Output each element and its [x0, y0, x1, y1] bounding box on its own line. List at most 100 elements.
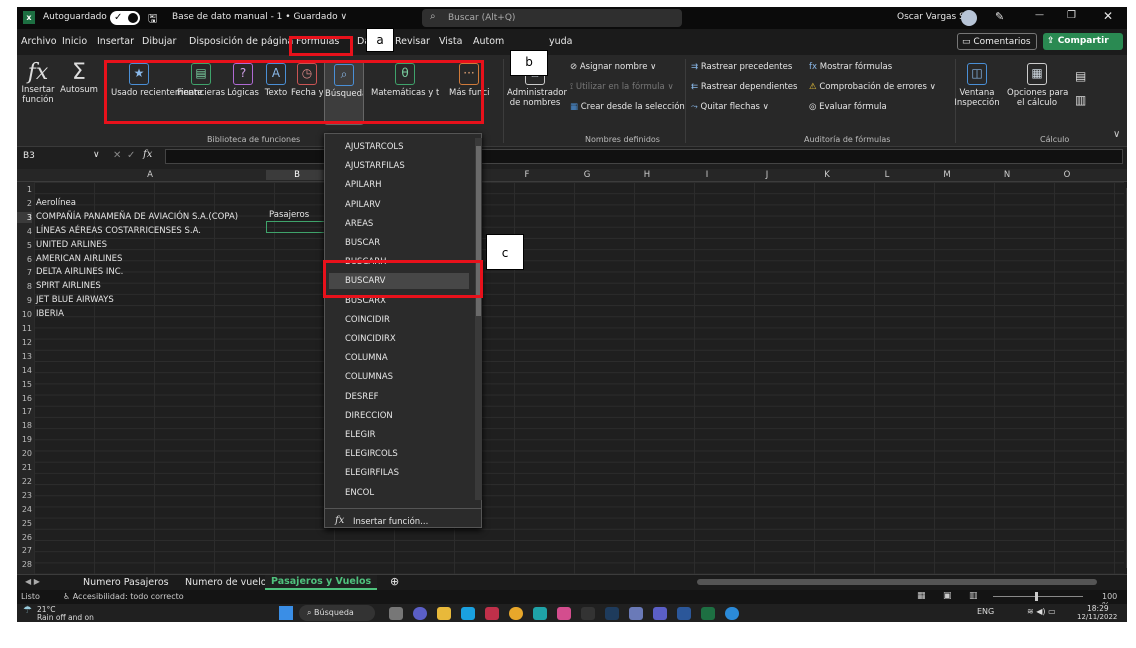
calc-options-button[interactable]: ▦ Opciones para el cálculo	[1007, 63, 1068, 108]
menu-archivo[interactable]: Archivo	[21, 36, 57, 47]
row-header[interactable]: 14	[17, 365, 32, 376]
row-header[interactable]: 13	[17, 351, 32, 362]
cell-a3[interactable]: COMPAÑÍA PANAMEÑA DE AVIACIÓN S.A.(COPA)	[36, 212, 238, 223]
calc-now-icon[interactable]: ▤	[1075, 69, 1086, 83]
row-header[interactable]: 19	[17, 434, 32, 445]
row-header[interactable]: 27	[17, 545, 32, 556]
dropdown-item-columna[interactable]: COLUMNA	[345, 353, 388, 363]
minimize-icon[interactable]: —	[1035, 10, 1044, 20]
horizontal-scrollbar[interactable]	[697, 579, 1097, 585]
dropdown-item-elegirfilas[interactable]: ELEGIRFILAS	[345, 468, 399, 478]
dropdown-item-ajustarcols[interactable]: AJUSTARCOLS	[345, 142, 404, 152]
menu-revisar[interactable]: Revisar	[395, 36, 430, 47]
app-icon[interactable]	[629, 607, 643, 620]
accessibility-status[interactable]: ♿ Accesibilidad: todo correcto	[63, 592, 184, 601]
dropdown-item-apilarh[interactable]: APILARH	[345, 180, 382, 190]
wifi-sound-icons[interactable]: ≋ ◀) ▭	[1027, 607, 1056, 616]
store-icon[interactable]	[533, 607, 547, 620]
bridge-icon[interactable]	[581, 607, 595, 620]
column-header-o[interactable]: O	[1037, 170, 1097, 180]
sheet-tab-numero-vuelos[interactable]: Numero de vuelos	[185, 577, 272, 588]
row-header[interactable]: 7	[17, 267, 32, 278]
sheet-tab-pasajeros-vuelos[interactable]: Pasajeros y Vuelos	[265, 575, 378, 590]
cell-b2[interactable]: Pasajeros	[269, 210, 309, 221]
dropdown-item-coincidirx[interactable]: COINCIDIRX	[345, 334, 396, 344]
dropdown-item-coincidir[interactable]: COINCIDIR	[345, 315, 390, 325]
avatar[interactable]	[961, 10, 977, 26]
row-header[interactable]: 20	[17, 448, 32, 459]
clock-time[interactable]: 18:29	[1087, 604, 1109, 613]
save-icon[interactable]: 🖫	[148, 10, 157, 29]
dropdown-item-columnas[interactable]: COLUMNAS	[345, 372, 393, 382]
cell-grid[interactable]: Aerolínea COMPAÑÍA PANAMEÑA DE AVIACIÓN S…	[34, 182, 1127, 574]
photos-icon[interactable]	[557, 607, 571, 620]
dropdown-item-buscar[interactable]: BUSCAR	[345, 238, 380, 248]
column-header-f[interactable]: F	[497, 170, 557, 180]
row-header[interactable]: 28	[17, 559, 32, 570]
autosave-toggle[interactable]: ✓	[110, 11, 140, 25]
row-header[interactable]: 4	[17, 226, 32, 237]
row-header[interactable]: 9	[17, 295, 32, 306]
excel-taskbar-icon[interactable]	[701, 607, 715, 620]
column-header-b[interactable]: B	[266, 170, 328, 180]
insert-function-item[interactable]: Insertar función...	[353, 517, 428, 527]
row-header[interactable]: 16	[17, 393, 32, 404]
show-formulas-button[interactable]: fx Mostrar fórmulas	[809, 62, 892, 72]
search-box[interactable]: ⌕ Buscar (Alt+Q)	[422, 9, 682, 27]
menu-disposicion[interactable]: Disposición de página	[189, 36, 293, 47]
menu-dibujar[interactable]: Dibujar	[142, 36, 176, 47]
restore-icon[interactable]: ❐	[1067, 10, 1076, 21]
cell-a9[interactable]: JET BLUE AIRWAYS	[36, 295, 114, 306]
calc-sheet-icon[interactable]: ▥	[1075, 93, 1086, 107]
comments-button[interactable]: ▭ Comentarios	[957, 33, 1037, 50]
user-name[interactable]: Oscar Vargas S.	[897, 12, 968, 22]
row-header[interactable]: 21	[17, 462, 32, 473]
row-header[interactable]: 3	[17, 211, 32, 223]
dropdown-item-elegir[interactable]: ELEGIR	[345, 430, 375, 440]
row-header[interactable]: 6	[17, 254, 32, 265]
row-header[interactable]: 5	[17, 240, 32, 251]
name-box[interactable]: B3 ∨	[19, 149, 109, 164]
watch-window-button[interactable]: ◫ Ventana Inspección	[951, 63, 1003, 108]
column-header-j[interactable]: J	[737, 170, 797, 180]
selected-cell-b3[interactable]	[266, 221, 328, 233]
trace-dependents-button[interactable]: ⇇ Rastrear dependientes	[691, 82, 797, 92]
row-header[interactable]: 24	[17, 504, 32, 515]
dropdown-item-areas[interactable]: AREAS	[345, 219, 373, 229]
column-header-k[interactable]: K	[797, 170, 857, 180]
teams-icon[interactable]	[653, 607, 667, 620]
share-button[interactable]: ⇪ Compartir	[1043, 33, 1123, 50]
insert-function-button[interactable]: fx Insertar función	[21, 61, 55, 106]
taskbar-search[interactable]: ⌕ Búsqueda	[299, 605, 375, 621]
cancel-icon[interactable]: ✕	[113, 150, 121, 161]
menu-automatizar[interactable]: Autom	[473, 36, 504, 47]
weather-text[interactable]: Rain off and on	[37, 613, 94, 622]
cell-a7[interactable]: DELTA AIRLINES INC.	[36, 267, 123, 278]
word-icon[interactable]	[677, 607, 691, 620]
document-title[interactable]: Base de dato manual - 1 • Guardado ∨	[172, 12, 347, 22]
windows-start-icon[interactable]	[279, 606, 293, 620]
row-header[interactable]: 1	[17, 184, 32, 195]
page-layout-icon[interactable]: ▣	[943, 591, 952, 601]
app-l-icon[interactable]	[461, 607, 475, 620]
photoshop-icon[interactable]	[605, 607, 619, 620]
dropdown-item-apilarv[interactable]: APILARV	[345, 200, 380, 210]
dropdown-item-ajustarfilas[interactable]: AJUSTARFILAS	[345, 161, 405, 171]
teams-chat-icon[interactable]	[413, 607, 427, 620]
menu-ayuda[interactable]: yuda	[549, 36, 573, 47]
dropdown-item-desref[interactable]: DESREF	[345, 392, 378, 402]
chrome-icon[interactable]	[509, 607, 523, 620]
row-header[interactable]: 11	[17, 323, 32, 334]
column-header-m[interactable]: M	[917, 170, 977, 180]
dropdown-item-elegircols[interactable]: ELEGIRCOLS	[345, 449, 398, 459]
normal-view-icon[interactable]: ▦	[917, 591, 926, 601]
create-from-selection-button[interactable]: ▦ Crear desde la selección	[570, 102, 685, 112]
clock-date[interactable]: 12/11/2022	[1077, 613, 1117, 621]
menu-inicio[interactable]: Inicio	[62, 36, 87, 47]
sheet-tab-numero-pasajeros[interactable]: Numero Pasajeros	[83, 577, 169, 588]
remove-arrows-button[interactable]: ⤳ Quitar flechas ∨	[691, 102, 769, 112]
menu-vista[interactable]: Vista	[439, 36, 462, 47]
page-break-icon[interactable]: ▥	[969, 591, 978, 601]
column-header-a[interactable]: A	[34, 170, 266, 180]
add-sheet-icon[interactable]: ⊕	[390, 575, 399, 588]
